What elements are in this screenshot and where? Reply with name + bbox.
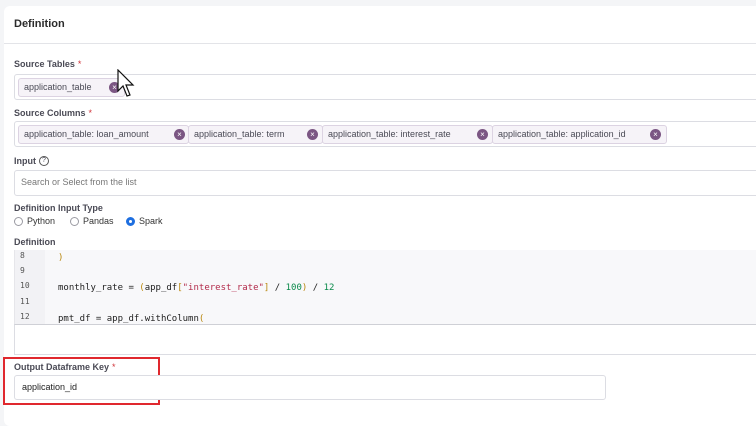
remove-chip-icon[interactable]: × bbox=[307, 129, 318, 140]
chip-interest-rate: application_table: interest_rate × bbox=[322, 125, 493, 144]
chip-application-table: application_table × bbox=[18, 78, 125, 97]
line-number: 10 bbox=[20, 281, 30, 290]
radio-python[interactable]: Python bbox=[14, 216, 55, 226]
question-circle-icon[interactable]: ? bbox=[39, 156, 49, 166]
source-columns-field[interactable]: application_table: loan_amount × applica… bbox=[14, 121, 756, 147]
remove-chip-icon[interactable]: × bbox=[650, 129, 661, 140]
source-columns-label: Source Columns * bbox=[14, 108, 93, 118]
radio-spark[interactable]: Spark bbox=[126, 216, 163, 226]
chip-application-id: application_table: application_id × bbox=[492, 125, 667, 144]
radio-circle-icon bbox=[14, 216, 23, 226]
code-line: monthly_rate = (app_df["interest_rate"] … bbox=[58, 283, 335, 293]
source-tables-label: Source Tables * bbox=[14, 59, 82, 69]
radio-pandas[interactable]: Pandas bbox=[70, 216, 114, 226]
output-key-label: Output Dataframe Key * bbox=[14, 362, 116, 372]
output-key-input[interactable]: application_id bbox=[14, 375, 606, 400]
divider bbox=[4, 43, 756, 44]
definition-label: Definition bbox=[14, 237, 56, 247]
mouse-pointer-icon bbox=[117, 69, 135, 97]
input-search-field[interactable]: Search or Select from the list bbox=[14, 170, 756, 196]
line-number: 8 bbox=[20, 251, 25, 260]
remove-chip-icon[interactable]: × bbox=[477, 129, 488, 140]
radio-circle-icon bbox=[70, 216, 79, 226]
radio-checked-icon bbox=[126, 216, 135, 226]
chip-term: application_table: term × bbox=[188, 125, 323, 144]
chip-loan-amount: application_table: loan_amount × bbox=[18, 125, 189, 144]
code-line: pmt_df = app_df.withColumn( bbox=[58, 314, 205, 324]
code-editor[interactable]: 8 9 10 11 12 ) monthly_rate = (app_df["i… bbox=[14, 250, 756, 325]
line-number: 12 bbox=[20, 312, 30, 321]
definition-input-type-label: Definition Input Type bbox=[14, 203, 103, 213]
section-title: Definition bbox=[14, 18, 65, 30]
code-line: ) bbox=[58, 253, 64, 263]
code-editor-footer bbox=[14, 324, 756, 355]
input-label: Input ? bbox=[14, 156, 49, 166]
remove-chip-icon[interactable]: × bbox=[174, 129, 185, 140]
line-number: 9 bbox=[20, 266, 25, 275]
line-number: 11 bbox=[20, 297, 30, 306]
